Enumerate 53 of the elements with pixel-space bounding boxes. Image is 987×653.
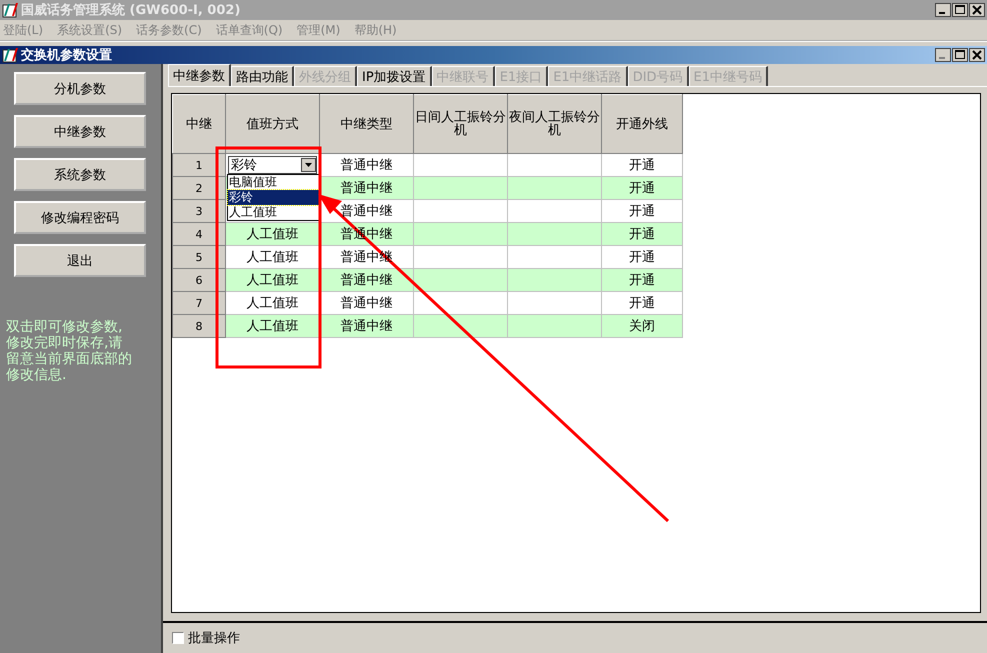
close-icon[interactable] (969, 3, 985, 17)
duty-combo[interactable]: 彩铃 (228, 156, 317, 174)
row-number: 3 (172, 200, 226, 222)
sidebar-button[interactable]: 分机参数 (14, 72, 146, 105)
help-text-line: 双击即可修改参数, (6, 319, 122, 335)
table-cell: 普通中继 (320, 268, 414, 292)
maximize-icon[interactable] (952, 48, 968, 62)
table-cell: 普通中继 (320, 314, 414, 338)
row-number: 1 (172, 154, 226, 176)
window-title: 国威话务管理系统 (GW600-I, 002) (21, 2, 240, 19)
column-header: 开通外线 (602, 94, 682, 154)
table-cell: 开通 (602, 176, 682, 200)
row-number: 7 (172, 292, 226, 314)
tab[interactable]: IP加拨设置 (357, 66, 432, 86)
dropdown-option[interactable]: 彩铃 (228, 190, 319, 205)
table-cell: 开通 (602, 222, 682, 246)
column-header: 中继 (172, 94, 226, 154)
dropdown-option[interactable]: 人工值班 (228, 205, 319, 220)
app-icon (2, 47, 18, 63)
column-header: 夜间人工振铃分机 (508, 94, 602, 154)
sidebar-button[interactable]: 中继参数 (14, 115, 146, 148)
app-icon (2, 2, 18, 18)
checkbox-label[interactable]: 批量操作 (188, 629, 240, 647)
column-header: 值班方式 (226, 94, 320, 154)
help-text-line: 留意当前界面底部的 (6, 351, 132, 367)
maximize-icon[interactable] (952, 3, 968, 17)
row-number: 2 (172, 176, 226, 200)
child-window-title: 交换机参数设置 (21, 46, 112, 64)
table-cell: 关闭 (602, 314, 682, 338)
row-number: 8 (172, 314, 226, 338)
close-icon[interactable] (969, 48, 985, 62)
sidebar-button[interactable]: 修改编程密码 (14, 201, 146, 234)
row-number: 4 (172, 222, 226, 246)
table-cell: 人工值班 (226, 222, 320, 246)
row-number: 6 (172, 268, 226, 292)
column-header: 中继类型 (320, 94, 414, 154)
sidebar-button[interactable]: 系统参数 (14, 158, 146, 191)
checkbox[interactable] (172, 632, 184, 644)
column-header: 日间人工振铃分机 (414, 94, 508, 154)
tab[interactable]: 中继参数 (168, 64, 231, 86)
sidebar-button[interactable]: 退出 (14, 244, 146, 277)
table-cell: 人工值班 (226, 268, 320, 292)
tab[interactable]: 路由功能 (231, 66, 294, 86)
row-number: 5 (172, 246, 226, 268)
caret-icon[interactable] (301, 158, 316, 172)
table-cell: 普通中继 (320, 176, 414, 200)
minimize-icon[interactable] (935, 3, 951, 17)
help-text-line: 修改完即时保存,请 (6, 335, 122, 351)
help-text-line: 修改信息. (6, 367, 66, 383)
minimize-icon[interactable] (935, 48, 951, 62)
table-cell: 人工值班 (226, 314, 320, 338)
dropdown-option[interactable]: 电脑值班 (228, 175, 319, 190)
table-cell: 开通 (602, 268, 682, 292)
